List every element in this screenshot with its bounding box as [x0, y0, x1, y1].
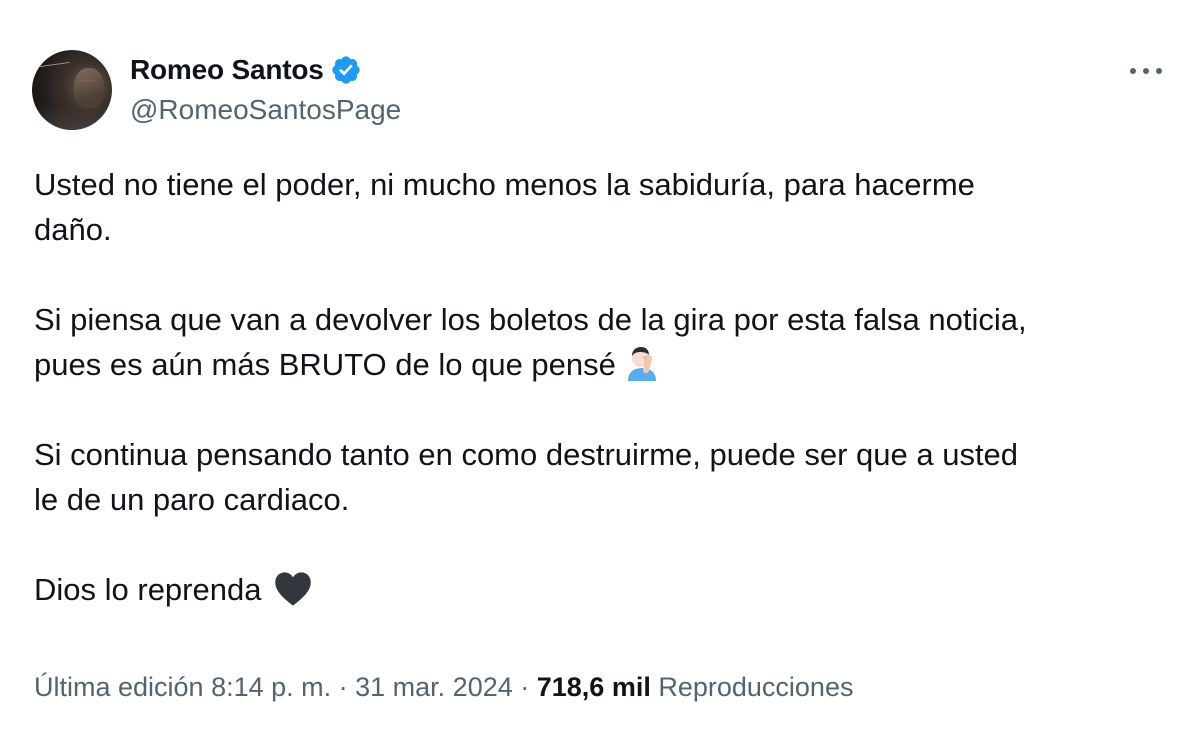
tweet-text: Usted no tiene el poder, ni mucho menos …: [34, 162, 1174, 612]
avatar[interactable]: [32, 50, 112, 130]
tweet-card: Romeo Santos @RomeoSantosPage Usted no t…: [0, 0, 1196, 736]
tweet-paragraph: Si piensa que van a devolver los boletos…: [34, 297, 1174, 387]
avatar-decoration: [39, 61, 71, 73]
facepalm-emoji-icon: [624, 345, 660, 381]
avatar-decoration: [32, 104, 112, 130]
edited-timestamp[interactable]: Última edición 8:14 p. m. · 31 mar. 2024…: [34, 672, 529, 702]
verified-badge-icon[interactable]: [330, 54, 362, 86]
avatar-decoration: [74, 68, 104, 108]
text-line-with-emoji: pues es aún más BRUTO de lo que pensé: [34, 342, 1174, 387]
views-label: Reproducciones: [658, 672, 854, 702]
text-line: Si continua pensando tanto en como destr…: [34, 437, 1019, 472]
more-options-icon[interactable]: [1128, 58, 1164, 84]
author-name-row: Romeo Santos: [130, 52, 362, 88]
views-count: 718,6 mil: [536, 672, 651, 702]
text-line: Usted no tiene el poder, ni mucho menos …: [34, 167, 975, 202]
dot: [1143, 68, 1149, 74]
text-line: Si piensa que van a devolver los boletos…: [34, 302, 1027, 337]
text-line: Dios lo reprenda: [34, 572, 262, 607]
tweet-meta: Última edición 8:14 p. m. · 31 mar. 2024…: [34, 672, 853, 703]
tweet-paragraph: Usted no tiene el poder, ni mucho menos …: [34, 162, 1174, 252]
tweet-paragraph: Dios lo reprenda: [34, 567, 1174, 612]
text-line: pues es aún más BRUTO de lo que pensé: [34, 347, 616, 382]
text-line: daño.: [34, 212, 112, 247]
author-handle[interactable]: @RomeoSantosPage: [130, 94, 401, 126]
text-line-with-emoji: Dios lo reprenda: [34, 567, 1174, 612]
dot: [1156, 68, 1162, 74]
text-line: le de un paro cardiaco.: [34, 482, 350, 517]
black-heart-emoji-icon: [273, 570, 313, 608]
tweet-paragraph: Si continua pensando tanto en como destr…: [34, 432, 1174, 522]
display-name[interactable]: Romeo Santos: [130, 54, 324, 86]
dot: [1130, 68, 1136, 74]
